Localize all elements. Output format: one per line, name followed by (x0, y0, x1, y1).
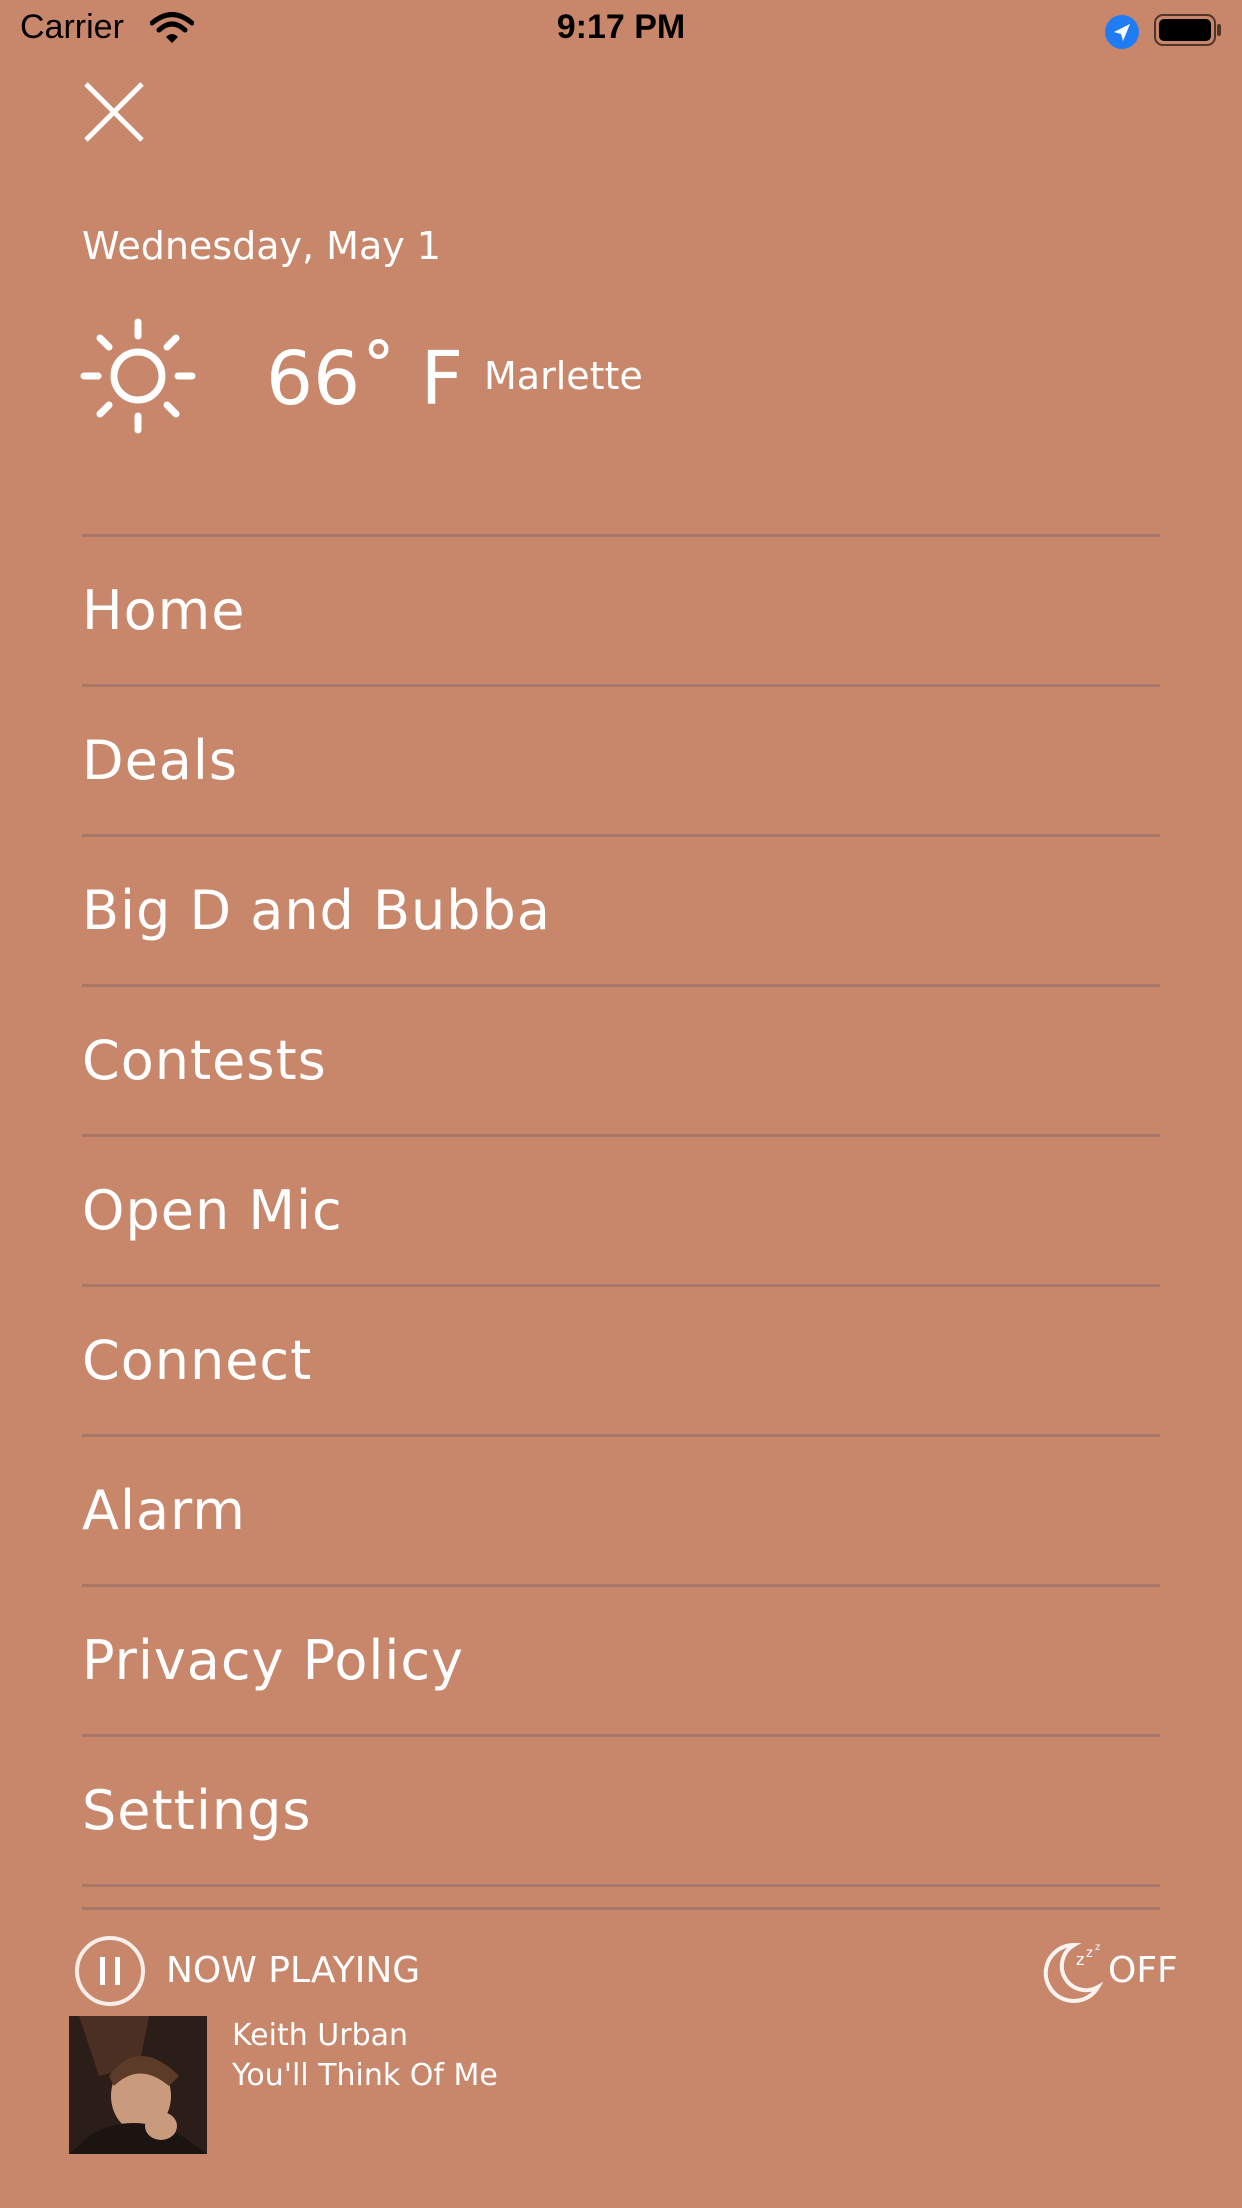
menu-item-big-d-and-bubba[interactable]: Big D and Bubba (82, 837, 1160, 987)
now-playing-label: NOW PLAYING (166, 1950, 421, 1991)
menu-item-contests[interactable]: Contests (82, 987, 1160, 1137)
temperature-label: 66˚ F (266, 336, 464, 422)
svg-text:z: z (1076, 1950, 1084, 1969)
status-time: 9:17 PM (556, 8, 686, 46)
close-icon[interactable] (82, 80, 146, 144)
menu-item-deals[interactable]: Deals (82, 687, 1160, 837)
sleep-timer-icon[interactable]: z z z (1034, 1935, 1106, 2007)
location-arrow-icon (1105, 15, 1139, 49)
svg-text:z: z (1086, 1946, 1093, 1961)
nav-menu: Home Deals Big D and Bubba Contests Open… (82, 534, 1160, 1887)
menu-item-open-mic[interactable]: Open Mic (82, 1137, 1160, 1287)
pause-icon[interactable] (74, 1935, 146, 2007)
menu-item-home[interactable]: Home (82, 537, 1160, 687)
song-title: You'll Think Of Me (232, 2058, 498, 2093)
sun-icon (80, 318, 196, 434)
menu-item-settings[interactable]: Settings (82, 1737, 1160, 1887)
player-divider (82, 1907, 1160, 1910)
status-bar: Carrier 9:17 PM (0, 0, 1242, 64)
menu-item-connect[interactable]: Connect (82, 1287, 1160, 1437)
artist-name: Keith Urban (232, 2018, 409, 2053)
album-art (69, 2016, 207, 2154)
menu-item-privacy-policy[interactable]: Privacy Policy (82, 1587, 1160, 1737)
svg-text:z: z (1095, 1942, 1100, 1953)
sleep-timer-label[interactable]: OFF (1108, 1950, 1178, 1991)
location-label: Marlette (484, 354, 643, 398)
battery-icon (1154, 14, 1221, 46)
menu-item-alarm[interactable]: Alarm (82, 1437, 1160, 1587)
date-label: Wednesday, May 1 (82, 224, 441, 268)
